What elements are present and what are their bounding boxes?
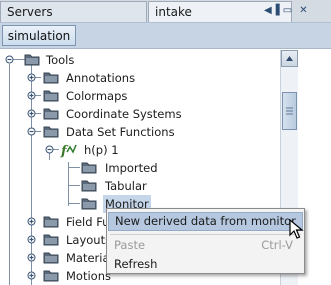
tree-node-coordinate-systems[interactable]: Coordinate Systems [0,105,279,123]
menu-item-new-derived-data[interactable]: New derived data from monitor [108,212,303,231]
folder-icon [81,161,97,174]
tree-node-label: Motions [66,269,111,283]
tree-node-label: Imported [105,161,158,175]
tree-node-annotations[interactable]: Annotations [0,69,279,87]
mouse-cursor-icon [289,218,305,241]
tree-node-tools[interactable]: Tools [0,51,279,69]
tree-node-label: Layouts [66,233,112,247]
menu-item-label: Paste [114,238,146,252]
tab-servers-label: Servers [7,5,53,19]
collapsed-handle-icon[interactable] [27,235,36,244]
menu-item-label: Refresh [114,257,158,271]
maximize-icon[interactable]: ▭ [281,4,294,17]
collapsed-handle-icon[interactable] [27,217,36,226]
folder-icon [24,53,40,66]
collapsed-handle-icon[interactable] [27,91,36,100]
expanded-handle-icon[interactable] [5,55,14,64]
tab-simulation[interactable]: simulation [2,25,76,46]
tree-node-hp1[interactable]: f h(p) 1 [0,141,279,159]
arrow-up-icon [286,56,293,61]
grip-icon [286,107,293,115]
tree-node-label: h(p) 1 [84,143,119,157]
folder-icon [43,251,59,264]
tree-node-tabular[interactable]: Tabular [0,177,279,195]
tree-node-label: Coordinate Systems [66,107,182,121]
folder-icon [81,179,97,192]
tree-node-data-set-functions[interactable]: Data Set Functions [0,123,279,141]
tree-node-label: Field Fu [66,215,110,229]
tab-menu-icon[interactable]: ◀▐ [264,4,279,17]
collapsed-handle-icon[interactable] [27,73,36,82]
tree-node-label: Materia [66,251,110,265]
menu-separator [110,234,301,235]
folder-icon [43,269,59,282]
expanded-handle-icon[interactable] [45,145,54,154]
folder-icon [43,71,59,84]
folder-icon [81,197,97,210]
close-icon[interactable]: ✕ [297,4,310,17]
tab-intake-label: intake [155,5,192,19]
menu-item-refresh[interactable]: Refresh [108,255,303,274]
collapsed-handle-icon[interactable] [27,253,36,262]
sub-tab-row: simulation [0,22,331,49]
scroll-up-button[interactable] [281,50,298,67]
tab-servers[interactable]: Servers [0,1,147,22]
folder-icon [43,107,59,120]
tree-node-imported[interactable]: Imported [0,159,279,177]
tab-strip: Servers intake ◀▐ ▭ ✕ [0,0,331,22]
function-icon: f [60,142,77,158]
menu-item-paste[interactable]: Paste Ctrl-V [108,236,303,255]
tree-node-label: Annotations [66,71,136,85]
scrollbar-thumb[interactable] [282,92,297,130]
folder-icon [43,233,59,246]
expanded-handle-icon[interactable] [27,127,36,136]
menu-item-label: New derived data from monitor [115,214,296,228]
folder-icon [43,89,59,102]
tree-node-label: Data Set Functions [66,125,175,139]
context-menu: New derived data from monitor Paste Ctrl… [106,208,305,274]
folder-icon [43,215,59,228]
tree-node-label: Colormaps [66,89,128,103]
tab-simulation-label: simulation [7,29,71,43]
collapsed-handle-icon[interactable] [27,271,36,280]
collapsed-handle-icon[interactable] [27,109,36,118]
folder-icon [43,125,59,138]
tree-node-label: Tabular [105,179,147,193]
tree-node-label: Tools [46,53,75,67]
tree-node-colormaps[interactable]: Colormaps [0,87,279,105]
